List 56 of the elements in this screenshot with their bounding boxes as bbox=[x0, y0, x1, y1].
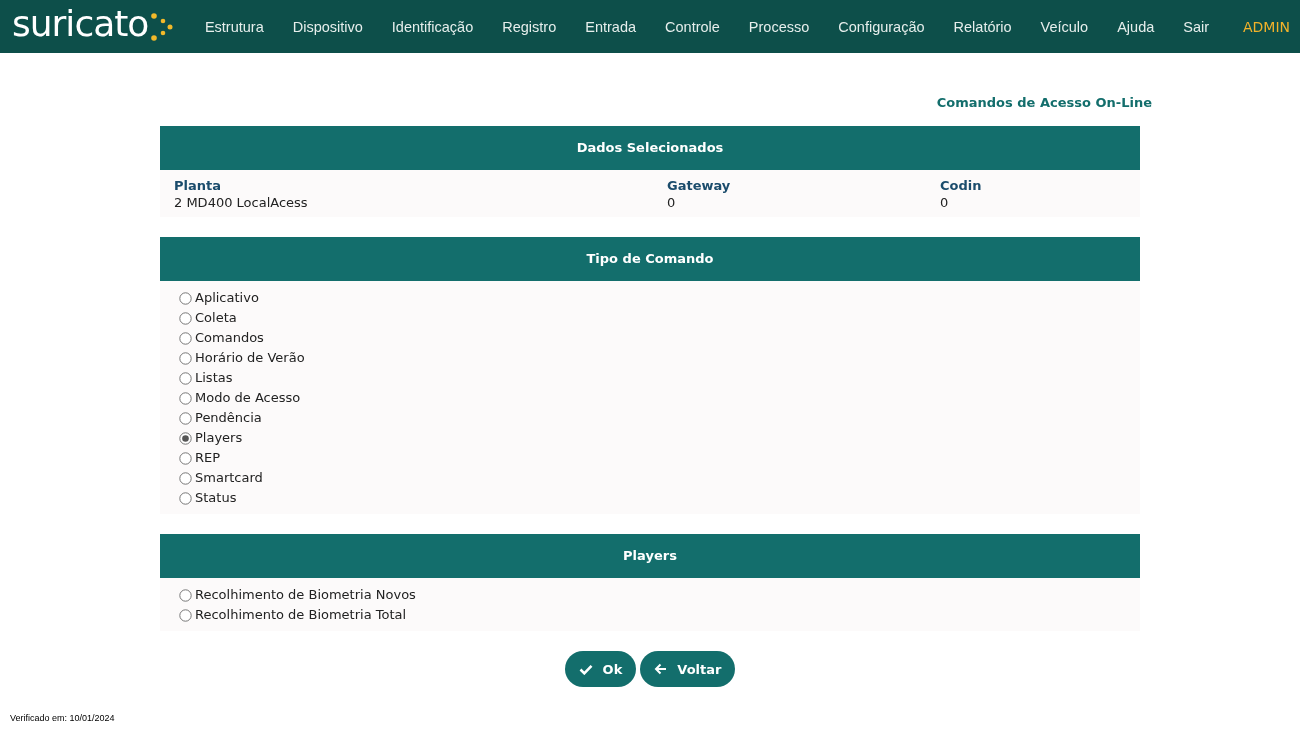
radio-label[interactable]: Players bbox=[195, 428, 243, 448]
radio-label[interactable]: Status bbox=[195, 488, 237, 508]
menu-item[interactable]: Identificação bbox=[377, 18, 488, 35]
radio-button[interactable] bbox=[179, 451, 192, 465]
radio-label[interactable]: Recolhimento de Biometria Total bbox=[195, 605, 407, 625]
radio-button[interactable] bbox=[179, 291, 192, 305]
menu-item[interactable]: Sair bbox=[1168, 18, 1224, 35]
menu-item[interactable]: Dispositivo bbox=[278, 18, 378, 35]
menu-item[interactable]: Veículo bbox=[1026, 18, 1103, 35]
radio-button[interactable] bbox=[179, 391, 192, 405]
field-label: Gateway bbox=[667, 177, 732, 194]
menu-item[interactable]: Estrutura bbox=[190, 18, 279, 35]
radio-button[interactable] bbox=[179, 588, 192, 602]
radio-label[interactable]: Horário de Verão bbox=[195, 348, 305, 368]
menu-item[interactable]: Processo bbox=[734, 18, 824, 35]
radio-button[interactable] bbox=[179, 491, 192, 505]
radio-button[interactable] bbox=[179, 351, 192, 365]
radio-button[interactable] bbox=[179, 311, 192, 325]
user-name: ADMIN bbox=[1242, 18, 1290, 35]
section-header: Tipo de Comando bbox=[160, 237, 1140, 281]
page-title: Comandos de Acesso On-Line bbox=[935, 94, 1152, 112]
menu-item[interactable]: Controle bbox=[650, 18, 735, 35]
radio-button[interactable] bbox=[179, 371, 192, 385]
left-arrow-icon bbox=[654, 663, 668, 675]
radio-label[interactable]: Aplicativo bbox=[195, 288, 259, 308]
radio-label[interactable]: Pendência bbox=[195, 408, 262, 428]
logo-text: suricato bbox=[12, 5, 149, 46]
check-icon bbox=[578, 663, 593, 675]
radio-label[interactable]: REP bbox=[195, 448, 221, 468]
radio-button[interactable] bbox=[179, 608, 192, 622]
menu-item[interactable]: Entrada bbox=[570, 18, 651, 35]
field-value: 2 MD400 LocalAcess bbox=[174, 194, 309, 211]
menu-item[interactable]: Ajuda bbox=[1102, 18, 1169, 35]
radio-button[interactable] bbox=[179, 431, 192, 445]
radio-button[interactable] bbox=[179, 471, 192, 485]
radio-label[interactable]: Recolhimento de Biometria Novos bbox=[195, 585, 416, 605]
field-label: Codin bbox=[940, 177, 983, 194]
dots-icon bbox=[148, 11, 175, 42]
verification-date: Verificado em: 10/01/2024 bbox=[10, 713, 115, 723]
section-header: Dados Selecionados bbox=[160, 126, 1140, 170]
ok-button[interactable]: Ok bbox=[564, 651, 637, 687]
back-button[interactable]: Voltar bbox=[640, 651, 736, 687]
radio-label[interactable]: Smartcard bbox=[195, 468, 263, 488]
menu-item[interactable]: Registro bbox=[487, 18, 571, 35]
radio-button[interactable] bbox=[179, 411, 192, 425]
menu-item[interactable]: Configuração bbox=[823, 18, 940, 35]
field-label: Planta bbox=[174, 177, 222, 194]
radio-label[interactable]: Coleta bbox=[195, 308, 237, 328]
field-value: 0 bbox=[940, 194, 950, 211]
radio-label[interactable]: Modo de Acesso bbox=[195, 388, 301, 408]
radio-label[interactable]: Comandos bbox=[195, 328, 264, 348]
menu-item[interactable]: Relatório bbox=[939, 18, 1027, 35]
radio-label[interactable]: Listas bbox=[195, 368, 233, 388]
radio-button[interactable] bbox=[179, 331, 192, 345]
field-value: 0 bbox=[667, 194, 677, 211]
section-header: Players bbox=[160, 534, 1140, 578]
